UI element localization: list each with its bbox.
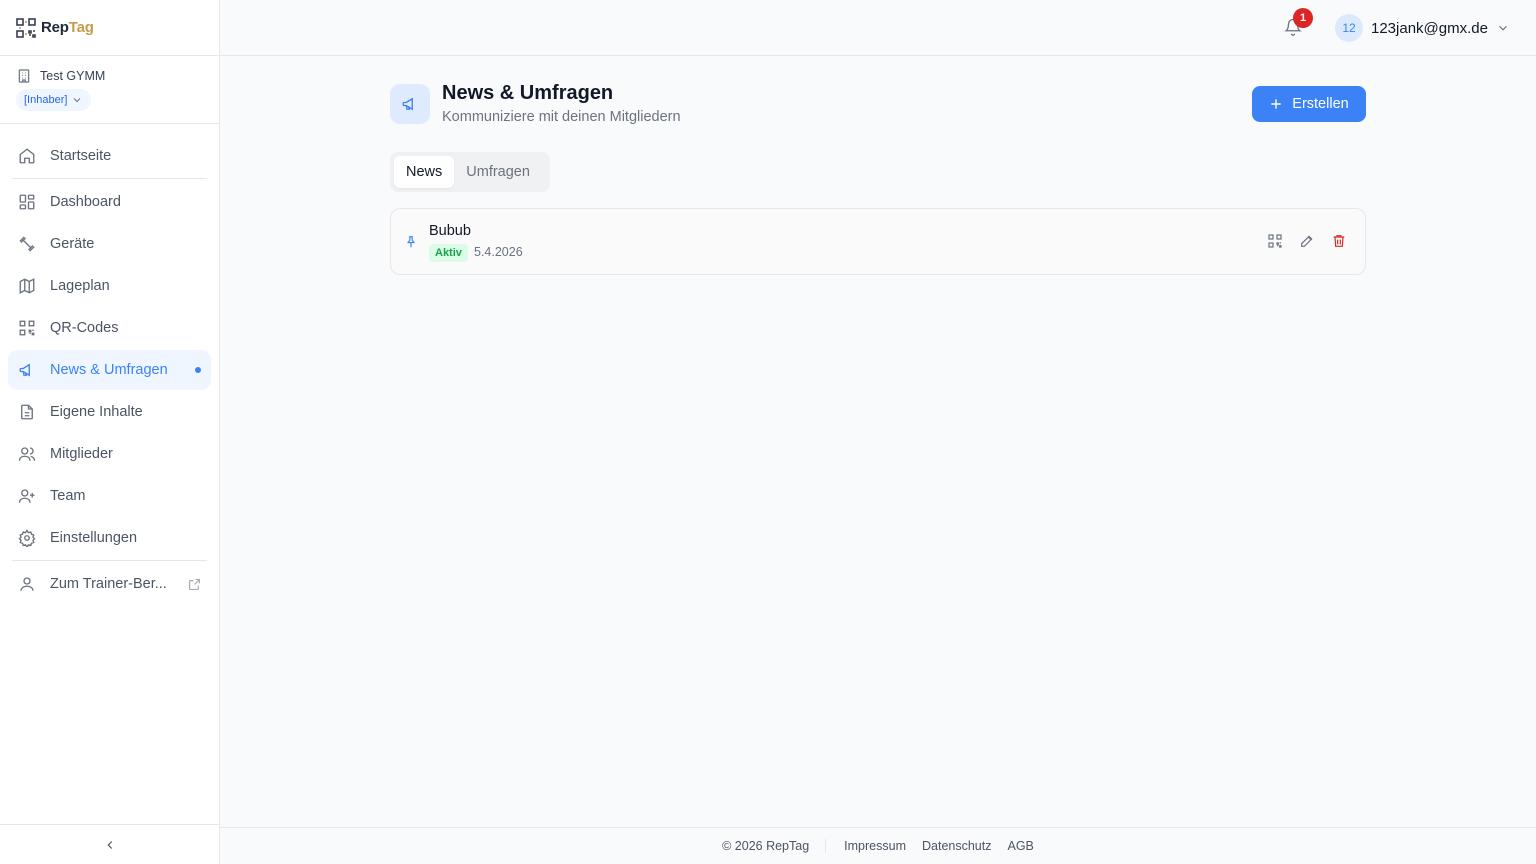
footer: © 2026 RepTag Impressum Datenschutz AGB: [220, 827, 1536, 864]
gear-icon: [18, 529, 36, 547]
brand-name-rep: Rep: [41, 19, 69, 36]
notification-count-badge: 1: [1293, 8, 1313, 28]
sidebar-item-trainer-bereich[interactable]: Zum Trainer-Ber...: [8, 564, 211, 604]
create-button-label: Erstellen: [1292, 96, 1349, 112]
page-header-icon: [390, 84, 430, 124]
status-badge: Aktiv: [429, 244, 468, 262]
sidebar-item-label: News & Umfragen: [50, 362, 168, 378]
user-email: 123jank@gmx.de: [1371, 19, 1488, 37]
tab-umfragen[interactable]: Umfragen: [454, 156, 542, 188]
brand-name-tag: Tag: [68, 19, 94, 36]
sidebar-item-dashboard[interactable]: Dashboard: [8, 182, 211, 222]
footer-link-agb[interactable]: AGB: [1007, 839, 1033, 853]
dumbbell-icon: [18, 235, 36, 253]
sidebar-item-label: Mitglieder: [50, 446, 113, 462]
sidebar-item-news-umfragen[interactable]: News & Umfragen: [8, 350, 211, 390]
user-icon: [18, 575, 36, 593]
sidebar-item-label: Zum Trainer-Ber...: [50, 576, 167, 592]
footer-link-impressum[interactable]: Impressum: [844, 839, 906, 853]
sidebar-nav: Startseite Dashboard Geräte Lageplan QR-…: [0, 124, 219, 618]
news-item-card[interactable]: Bubub Aktiv 5.4.2026: [390, 208, 1366, 275]
nav-divider: [12, 178, 207, 179]
qr-code-icon[interactable]: [1267, 233, 1283, 249]
create-button[interactable]: Erstellen: [1252, 86, 1366, 122]
chevron-left-icon: [103, 838, 117, 852]
sidebar-item-eigene-inhalte[interactable]: Eigene Inhalte: [8, 392, 211, 432]
avatar: 12: [1335, 14, 1363, 42]
page-title: News & Umfragen: [442, 82, 614, 104]
page-subtitle: Kommuniziere mit deinen Mitgliedern: [442, 109, 681, 125]
sidebar-item-label: Lageplan: [50, 278, 110, 294]
footer-copyright: © 2026 RepTag: [722, 839, 827, 853]
megaphone-icon: [18, 361, 36, 379]
sidebar-item-team[interactable]: Team: [8, 476, 211, 516]
sidebar: RepTag Test GYMM [Inhaber] Startseite Da…: [0, 0, 220, 864]
gym-selector: Test GYMM [Inhaber]: [0, 56, 219, 124]
brand-logo[interactable]: RepTag: [0, 0, 219, 56]
qr-code-icon: [18, 319, 36, 337]
nav-divider: [12, 560, 207, 561]
external-link-icon: [188, 578, 201, 591]
dashboard-icon: [18, 193, 36, 211]
sidebar-item-einstellungen[interactable]: Einstellungen: [8, 518, 211, 558]
trash-icon[interactable]: [1331, 233, 1347, 249]
top-header: 1 12 123jank@gmx.de: [220, 0, 1536, 56]
plus-icon: [1269, 97, 1283, 111]
megaphone-icon: [401, 95, 419, 113]
sidebar-item-label: QR-Codes: [50, 320, 119, 336]
sidebar-item-lageplan[interactable]: Lageplan: [8, 266, 211, 306]
gym-name: Test GYMM: [40, 69, 106, 83]
users-icon: [18, 445, 36, 463]
logo-icon: [14, 16, 38, 40]
active-indicator-dot: [195, 367, 201, 373]
role-label: [Inhaber]: [24, 94, 68, 106]
sidebar-item-geraete[interactable]: Geräte: [8, 224, 211, 264]
sidebar-item-label: Startseite: [50, 148, 112, 164]
chevron-down-icon: [1496, 21, 1510, 35]
footer-link-datenschutz[interactable]: Datenschutz: [922, 839, 991, 853]
chevron-down-icon: [71, 94, 83, 106]
sidebar-item-label: Einstellungen: [50, 530, 138, 546]
tab-bar: News Umfragen: [390, 152, 550, 192]
sidebar-item-startseite[interactable]: Startseite: [8, 136, 211, 176]
sidebar-item-label: Eigene Inhalte: [50, 404, 143, 420]
sidebar-item-label: Dashboard: [50, 194, 121, 210]
edit-pencil-icon[interactable]: [1299, 233, 1315, 249]
home-icon: [18, 147, 36, 165]
sidebar-item-qr-codes[interactable]: QR-Codes: [8, 308, 211, 348]
document-icon: [18, 403, 36, 421]
news-item-date: 5.4.2026: [474, 245, 523, 259]
user-plus-icon: [18, 487, 36, 505]
map-icon: [18, 277, 36, 295]
news-item-title: Bubub: [429, 223, 471, 239]
user-menu[interactable]: 12 123jank@gmx.de: [1335, 14, 1510, 42]
sidebar-item-mitglieder[interactable]: Mitglieder: [8, 434, 211, 474]
tab-news[interactable]: News: [394, 156, 455, 188]
sidebar-collapse-button[interactable]: [0, 824, 219, 864]
building-icon: [16, 68, 32, 84]
role-dropdown[interactable]: [Inhaber]: [16, 89, 92, 111]
sidebar-item-label: Team: [50, 488, 86, 504]
pin-icon[interactable]: [404, 235, 418, 249]
sidebar-item-label: Geräte: [50, 236, 95, 252]
